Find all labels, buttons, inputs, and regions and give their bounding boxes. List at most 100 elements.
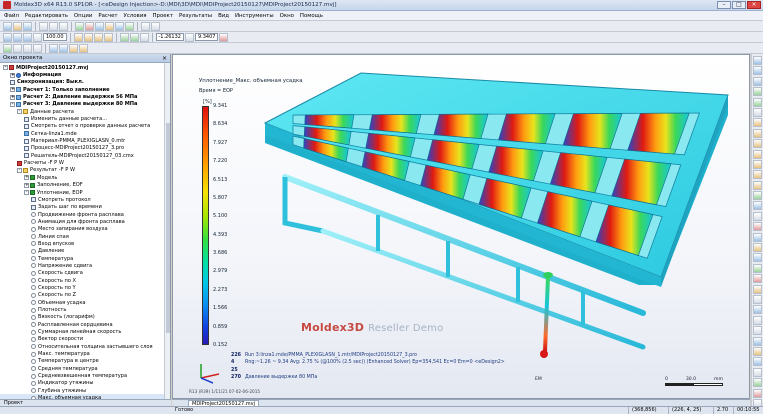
animation-icon[interactable] [753, 263, 762, 273]
scrollbar-thumb[interactable] [166, 123, 170, 333]
iso-icon[interactable] [753, 180, 762, 190]
tree-item[interactable]: Давление [0, 248, 170, 255]
tree-item[interactable]: Вход впусков [0, 240, 170, 247]
tree-item[interactable]: + Расчет 2: Давление выдержки 56 МПа [0, 93, 170, 100]
zoom-in-icon[interactable] [753, 87, 762, 97]
collapse-icon[interactable]: - [24, 190, 29, 196]
xy-plot-icon[interactable] [753, 253, 762, 263]
mesh-icon[interactable] [95, 21, 104, 31]
tree-item[interactable]: Процесс-MDIProject20150127_3.pro [0, 145, 170, 152]
expand-icon[interactable]: + [24, 175, 29, 181]
tree-item[interactable]: Смотреть протокол [0, 196, 170, 203]
probe-icon[interactable] [59, 43, 68, 53]
arrow-icon[interactable] [753, 378, 762, 388]
tree-item[interactable]: Средняя температура [0, 365, 170, 372]
xy-plot-icon[interactable] [49, 43, 58, 53]
left-icon[interactable] [753, 139, 762, 149]
expand-icon[interactable]: + [10, 94, 15, 100]
save-icon[interactable] [23, 21, 32, 31]
legend-icon[interactable] [753, 274, 762, 284]
copy-icon[interactable] [49, 21, 58, 31]
menu-options[interactable]: Опции [74, 13, 92, 19]
run-icon[interactable] [75, 21, 84, 31]
collapse-icon[interactable]: - [10, 101, 15, 107]
tree-item[interactable]: + Расчет 1: Только заполнение [0, 86, 170, 93]
color-icon[interactable] [753, 284, 762, 294]
collapse-icon[interactable]: - [17, 109, 22, 115]
tree-item[interactable]: - Данные расчета [0, 108, 170, 115]
tree-item[interactable]: + Заполнение, EOF [0, 182, 170, 189]
mesh-icon[interactable] [753, 201, 762, 211]
tree-item[interactable]: - Результат -F P W [0, 167, 170, 174]
project-tree-scrollbar[interactable] [164, 63, 170, 399]
panel-close-icon[interactable]: × [162, 54, 167, 63]
back-icon[interactable] [753, 128, 762, 138]
tree-item[interactable]: - Уплотнение, EOP [0, 189, 170, 196]
help-icon[interactable] [151, 21, 160, 31]
top-icon[interactable] [753, 159, 762, 169]
measure-icon[interactable] [69, 43, 78, 53]
layers-icon[interactable] [753, 346, 762, 356]
pause-icon[interactable] [13, 43, 22, 53]
project-tab[interactable]: Проект [0, 399, 171, 406]
edge-icon[interactable] [753, 211, 762, 221]
process-icon[interactable] [115, 21, 124, 31]
front-icon[interactable] [753, 118, 762, 128]
tree-item[interactable]: Скорость по Y [0, 284, 170, 291]
pan-icon[interactable] [753, 76, 762, 86]
tree-item[interactable]: Плотность [0, 306, 170, 313]
tree-item[interactable]: Сетка-linza1.mde [0, 130, 170, 137]
bottom-icon[interactable] [753, 170, 762, 180]
close-button[interactable]: × [747, 1, 761, 9]
tree-item[interactable]: Макс. температура [0, 350, 170, 357]
stop-icon[interactable] [85, 21, 94, 31]
collapse-icon[interactable]: - [17, 167, 22, 173]
tree-item[interactable]: Смотреть отчет о проверке данных расчета [0, 123, 170, 130]
tree-item[interactable]: Изменить данные расчета... [0, 115, 170, 122]
zoom-out-icon[interactable] [753, 97, 762, 107]
tree-item[interactable]: Синхронизация: Выкл. [0, 79, 170, 86]
report-icon[interactable] [141, 21, 150, 31]
wireframe-icon[interactable] [129, 32, 139, 42]
legend-icon[interactable] [219, 32, 229, 42]
right-icon[interactable] [753, 149, 762, 159]
new-icon[interactable] [3, 21, 12, 31]
shaded-icon[interactable] [119, 32, 129, 42]
front-view-icon[interactable] [73, 32, 83, 42]
tree-item[interactable]: Температура [0, 255, 170, 262]
tree-item[interactable]: Расчеты -F P W [0, 159, 170, 166]
tree-item[interactable]: Анимация для фронта расплава [0, 218, 170, 225]
minimize-button[interactable]: – [717, 1, 731, 9]
zoom-icon[interactable] [23, 32, 32, 42]
select-icon[interactable] [753, 56, 762, 65]
maximize-button[interactable]: □ [732, 1, 746, 9]
info-icon[interactable] [753, 357, 762, 367]
light-icon[interactable] [753, 294, 762, 304]
tree-item[interactable]: Продвижение фронта расплава [0, 211, 170, 218]
tree-item[interactable]: Вектор скорости [0, 336, 170, 343]
screenshot-icon[interactable] [79, 43, 88, 53]
tree-item[interactable]: Суммарная линейная скорость [0, 328, 170, 335]
print-icon[interactable] [753, 326, 762, 336]
tree-item[interactable]: + Информация [0, 71, 170, 78]
menu-tools[interactable]: Инструменты [235, 13, 274, 19]
zoom-field[interactable]: 100.00 [43, 33, 67, 41]
open-icon[interactable] [13, 21, 22, 31]
menu-file[interactable]: Файл [4, 13, 19, 19]
paste-icon[interactable] [59, 21, 68, 31]
tree-item[interactable]: - MDIProject20150127.mvj [0, 64, 170, 71]
tree-item[interactable]: Место запирания воздуха [0, 226, 170, 233]
tree-item[interactable]: Скорость по X [0, 277, 170, 284]
probe-icon[interactable] [753, 232, 762, 242]
step-back-icon[interactable] [23, 43, 32, 53]
measure-icon[interactable] [753, 243, 762, 253]
tree-item[interactable]: Скорость сдвига [0, 270, 170, 277]
expand-icon[interactable]: + [24, 182, 29, 188]
rotate-icon[interactable] [753, 66, 762, 76]
menu-window[interactable]: Окно [280, 13, 294, 19]
tree-item[interactable]: Индикатор утяжины [0, 380, 170, 387]
tree-item[interactable]: Линия спая [0, 233, 170, 240]
menu-project[interactable]: Проект [152, 13, 173, 19]
top-view-icon[interactable] [83, 32, 93, 42]
rotate-icon[interactable] [3, 32, 12, 42]
